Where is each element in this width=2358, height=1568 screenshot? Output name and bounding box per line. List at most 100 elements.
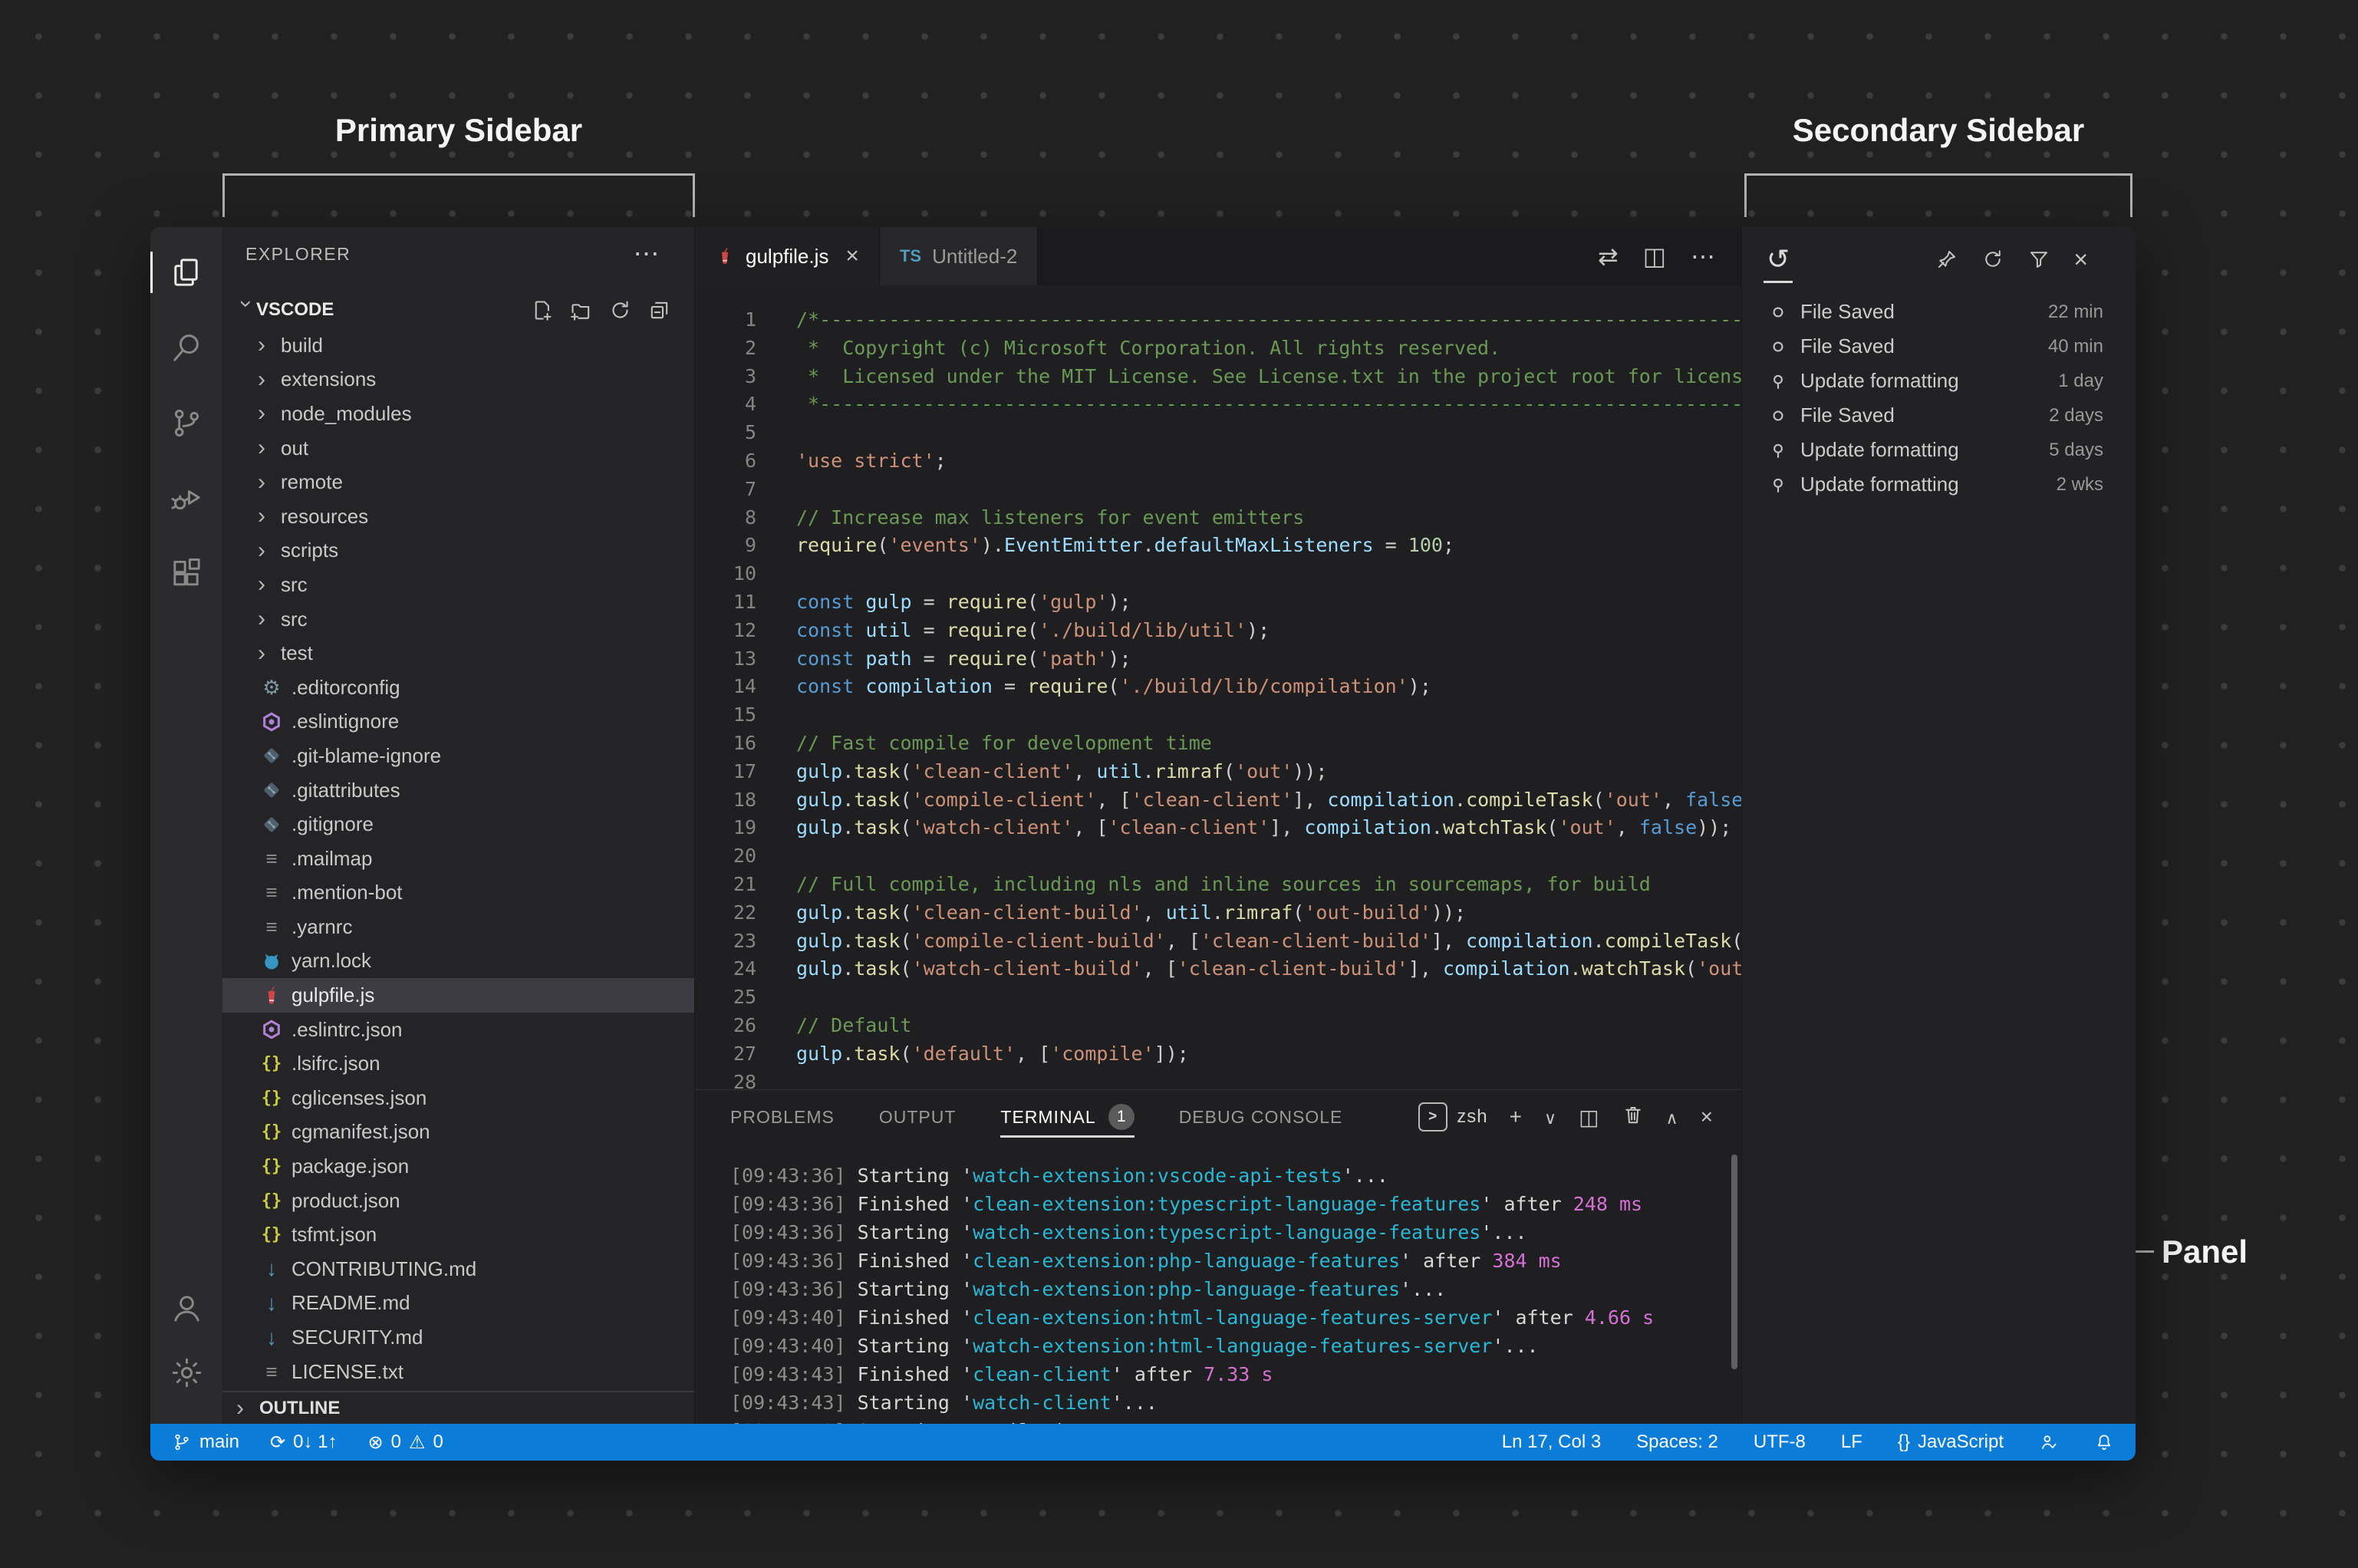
chevron-up-icon[interactable]: ∧	[1666, 1105, 1679, 1129]
file-yarn.lock[interactable]: yarn.lock	[222, 944, 694, 979]
file-package.json[interactable]: {}package.json	[222, 1149, 694, 1184]
folder-node_modules[interactable]: ›node_modules	[222, 397, 694, 431]
file-README.md[interactable]: ↓README.md	[222, 1286, 694, 1321]
file-label: CONTRIBUTING.md	[291, 1257, 476, 1281]
tab-gulpfile.js[interactable]: gulpfile.js×	[695, 227, 880, 285]
code-editor[interactable]: 1/*-------------------------------------…	[695, 285, 1741, 1089]
cursor-position[interactable]: Ln 17, Col 3	[1502, 1431, 1601, 1453]
file-.git-blame-ignore[interactable]: .git-blame-ignore	[222, 739, 694, 773]
more-icon[interactable]: ⋯	[1691, 242, 1715, 271]
refresh-icon[interactable]	[1981, 248, 2004, 271]
branch-indicator[interactable]: main	[172, 1431, 239, 1453]
activity-search-icon[interactable]	[150, 322, 222, 373]
panel-tab-debug-console[interactable]: DEBUG CONSOLE	[1179, 1090, 1343, 1144]
new-folder-icon[interactable]	[569, 298, 593, 322]
folder-build[interactable]: ›build	[222, 328, 694, 363]
folder-resources[interactable]: ›resources	[222, 499, 694, 534]
annotation-secondary-sidebar: Secondary Sidebar	[1744, 112, 2132, 149]
refresh-icon[interactable]	[608, 298, 632, 322]
file-SECURITY.md[interactable]: ↓SECURITY.md	[222, 1320, 694, 1355]
terminal-output[interactable]: [09:43:36] Starting 'watch-extension:vsc…	[695, 1144, 1741, 1425]
folder-remote[interactable]: ›remote	[222, 465, 694, 499]
sync-indicator[interactable]: ⟳ 0↓ 1↑	[270, 1431, 337, 1454]
explorer-section-vscode[interactable]: › VSCODE	[222, 293, 694, 327]
trash-icon[interactable]	[1622, 1103, 1645, 1132]
panel-tab-terminal[interactable]: TERMINAL1	[1000, 1090, 1134, 1144]
indentation[interactable]: Spaces: 2	[1636, 1431, 1718, 1453]
file-cglicenses.json[interactable]: {}cglicenses.json	[222, 1081, 694, 1115]
timeline-item[interactable]: Update formatting5 days	[1742, 433, 2136, 467]
activity-run-debug-icon[interactable]	[150, 473, 222, 523]
file-.mention-bot[interactable]: ≡.mention-bot	[222, 876, 694, 911]
close-icon[interactable]: ×	[1701, 1105, 1714, 1129]
file-.mailmap[interactable]: ≡.mailmap	[222, 842, 694, 876]
explorer-more-icon[interactable]: ⋯	[634, 250, 661, 258]
file-tree: ›build›extensions›node_modules›out›remot…	[222, 328, 694, 1388]
section-label: VSCODE	[256, 299, 334, 321]
timeline-item[interactable]: Update formatting1 day	[1742, 364, 2136, 398]
terminal-scrollbar[interactable]	[1731, 1155, 1737, 1369]
plus-icon[interactable]: +	[1510, 1105, 1523, 1129]
pin-icon[interactable]	[1935, 248, 1958, 271]
outline-section[interactable]: › OUTLINE	[222, 1391, 694, 1424]
git-branch-icon	[172, 1432, 192, 1452]
activity-explorer-icon[interactable]	[150, 247, 222, 298]
file-tsfmt.json[interactable]: {}tsfmt.json	[222, 1217, 694, 1252]
primary-sidebar-bracket	[222, 173, 695, 217]
collapse-all-icon[interactable]	[647, 298, 671, 322]
timeline-history-icon[interactable]: ↺	[1767, 243, 1790, 275]
file-cgmanifest.json[interactable]: {}cgmanifest.json	[222, 1115, 694, 1150]
folder-scripts[interactable]: ›scripts	[222, 534, 694, 568]
problems-indicator[interactable]: ⊗ 0 ⚠ 0	[368, 1431, 443, 1454]
line-content: const gulp = require('gulp');	[756, 588, 1131, 617]
new-file-icon[interactable]	[530, 298, 554, 322]
folder-out[interactable]: ›out	[222, 431, 694, 466]
feedback-icon[interactable]	[2039, 1432, 2059, 1452]
filter-icon[interactable]	[2027, 248, 2050, 271]
file-.eslintignore[interactable]: .eslintignore	[222, 705, 694, 740]
activity-account-icon[interactable]	[150, 1283, 222, 1333]
status-bar: main ⟳ 0↓ 1↑ ⊗ 0 ⚠ 0 Ln 17, Col 3 Spaces…	[150, 1424, 2136, 1461]
panel-tab-output[interactable]: OUTPUT	[879, 1090, 957, 1144]
timeline-item[interactable]: Update formatting2 wks	[1742, 467, 2136, 502]
file-LICENSE.txt[interactable]: ≡LICENSE.txt	[222, 1355, 694, 1389]
activity-settings-icon[interactable]	[150, 1347, 222, 1398]
eol[interactable]: LF	[1841, 1431, 1862, 1453]
braces-icon: {}	[1898, 1431, 1910, 1453]
timeline-item[interactable]: File Saved2 days	[1742, 398, 2136, 433]
close-icon[interactable]: ×	[2073, 245, 2088, 274]
file-.gitattributes[interactable]: .gitattributes	[222, 773, 694, 808]
file-label: .eslintignore	[291, 710, 399, 733]
close-icon[interactable]: ×	[845, 243, 859, 269]
panel-tab-problems[interactable]: PROBLEMS	[730, 1090, 835, 1144]
line-number: 3	[695, 363, 756, 391]
file-gulpfile.js[interactable]: gulpfile.js	[222, 978, 694, 1013]
line-content: /*--------------------------------------…	[756, 306, 1741, 334]
chevron-down-icon[interactable]: ∨	[1544, 1105, 1557, 1129]
file-.gitignore[interactable]: .gitignore	[222, 807, 694, 842]
split-editor-icon[interactable]: ◫	[1643, 242, 1666, 271]
shell-selector[interactable]: >zsh	[1418, 1102, 1487, 1132]
file-.eslintrc.json[interactable]: .eslintrc.json	[222, 1013, 694, 1047]
file-CONTRIBUTING.md[interactable]: ↓CONTRIBUTING.md	[222, 1252, 694, 1286]
file-.lsifrc.json[interactable]: {}.lsifrc.json	[222, 1046, 694, 1081]
language-mode[interactable]: {} JavaScript	[1898, 1431, 2004, 1453]
timeline-item[interactable]: File Saved40 min	[1742, 329, 2136, 364]
bell-icon[interactable]	[2094, 1432, 2114, 1452]
folder-test[interactable]: ›test	[222, 636, 694, 670]
folder-extensions[interactable]: ›extensions	[222, 363, 694, 397]
folder-src[interactable]: ›src	[222, 602, 694, 637]
editor-group: gulpfile.js×TSUntitled-2 ⇄ ◫ ⋯ 1/*---------…	[695, 227, 1741, 1424]
split-editor-icon[interactable]: ◫	[1579, 1105, 1599, 1130]
file-.yarnrc[interactable]: ≡.yarnrc	[222, 910, 694, 944]
timeline-item[interactable]: File Saved22 min	[1742, 295, 2136, 329]
open-changes-icon[interactable]: ⇄	[1598, 242, 1619, 271]
tab-Untitled-2[interactable]: TSUntitled-2	[880, 227, 1038, 285]
activity-extensions-icon[interactable]	[150, 548, 222, 598]
activity-source-control-icon[interactable]	[150, 397, 222, 448]
encoding[interactable]: UTF-8	[1754, 1431, 1806, 1453]
folder-src[interactable]: ›src	[222, 568, 694, 602]
line-number: 21	[695, 871, 756, 899]
file-.editorconfig[interactable]: ⚙.editorconfig	[222, 670, 694, 705]
file-product.json[interactable]: {}product.json	[222, 1184, 694, 1218]
